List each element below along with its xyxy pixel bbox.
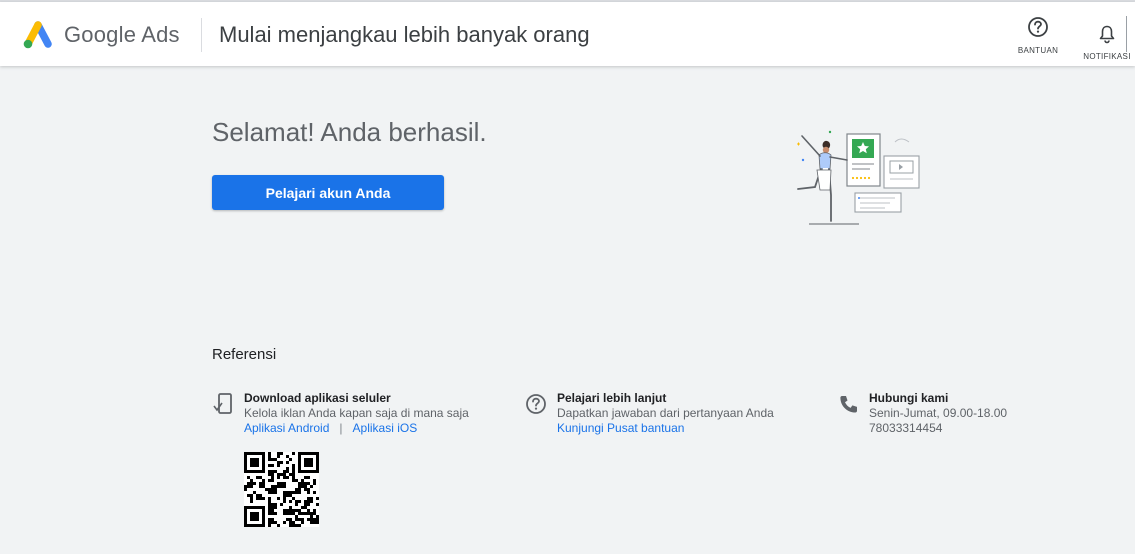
app-download-qr-code	[244, 452, 319, 527]
mobile-phone-icon	[213, 393, 232, 414]
contact-title: Hubungi kami	[869, 391, 949, 405]
references-heading: Referensi	[212, 346, 277, 363]
contact-section: Hubungi kami Senin-Jumat, 09.00-18.00 78…	[837, 390, 1097, 435]
notifications-button[interactable]: NOTIFIKASI	[1083, 24, 1131, 61]
window-edge-line	[1126, 16, 1127, 52]
notifications-label: NOTIFIKASI	[1083, 52, 1131, 61]
page-title: Mulai menjangkau lebih banyak orang	[219, 22, 590, 47]
ios-app-link[interactable]: Aplikasi iOS	[353, 421, 418, 435]
download-app-title: Download aplikasi seluler	[244, 391, 391, 405]
learn-more-section: Pelajari lebih lanjut Dapatkan jawaban d…	[525, 390, 825, 435]
top-app-bar: Google Ads Mulai menjangkau lebih banyak…	[0, 2, 1135, 66]
app-links: Aplikasi Android | Aplikasi iOS	[244, 421, 417, 435]
download-app-section: Download aplikasi seluler Kelola iklan A…	[212, 390, 512, 435]
learn-account-button[interactable]: Pelajari akun Anda	[212, 175, 444, 210]
celebration-illustration	[797, 130, 920, 225]
bell-icon	[1099, 25, 1115, 44]
help-label: BANTUAN	[1017, 46, 1059, 55]
brand-name: Google Ads	[64, 22, 180, 47]
learn-more-title: Pelajari lebih lanjut	[557, 391, 667, 405]
android-app-link[interactable]: Aplikasi Android	[244, 421, 329, 435]
help-circle-icon	[526, 394, 546, 414]
learn-more-description: Dapatkan jawaban dari pertanyaan Anda	[557, 406, 774, 420]
contact-hours: Senin-Jumat, 09.00-18.00	[869, 406, 1008, 420]
help-circle-icon	[1028, 17, 1048, 37]
google-ads-logo-icon[interactable]	[21, 20, 53, 50]
contact-phone-number: 78033314454	[869, 421, 943, 435]
help-button[interactable]: BANTUAN	[1016, 16, 1060, 55]
header-divider	[201, 18, 202, 52]
download-app-description: Kelola iklan Anda kapan saja di mana saj…	[244, 406, 469, 420]
link-separator: |	[339, 421, 343, 435]
phone-icon	[840, 396, 857, 413]
help-center-link[interactable]: Kunjungi Pusat bantuan	[557, 421, 684, 435]
success-heading: Selamat! Anda berhasil.	[212, 117, 487, 147]
